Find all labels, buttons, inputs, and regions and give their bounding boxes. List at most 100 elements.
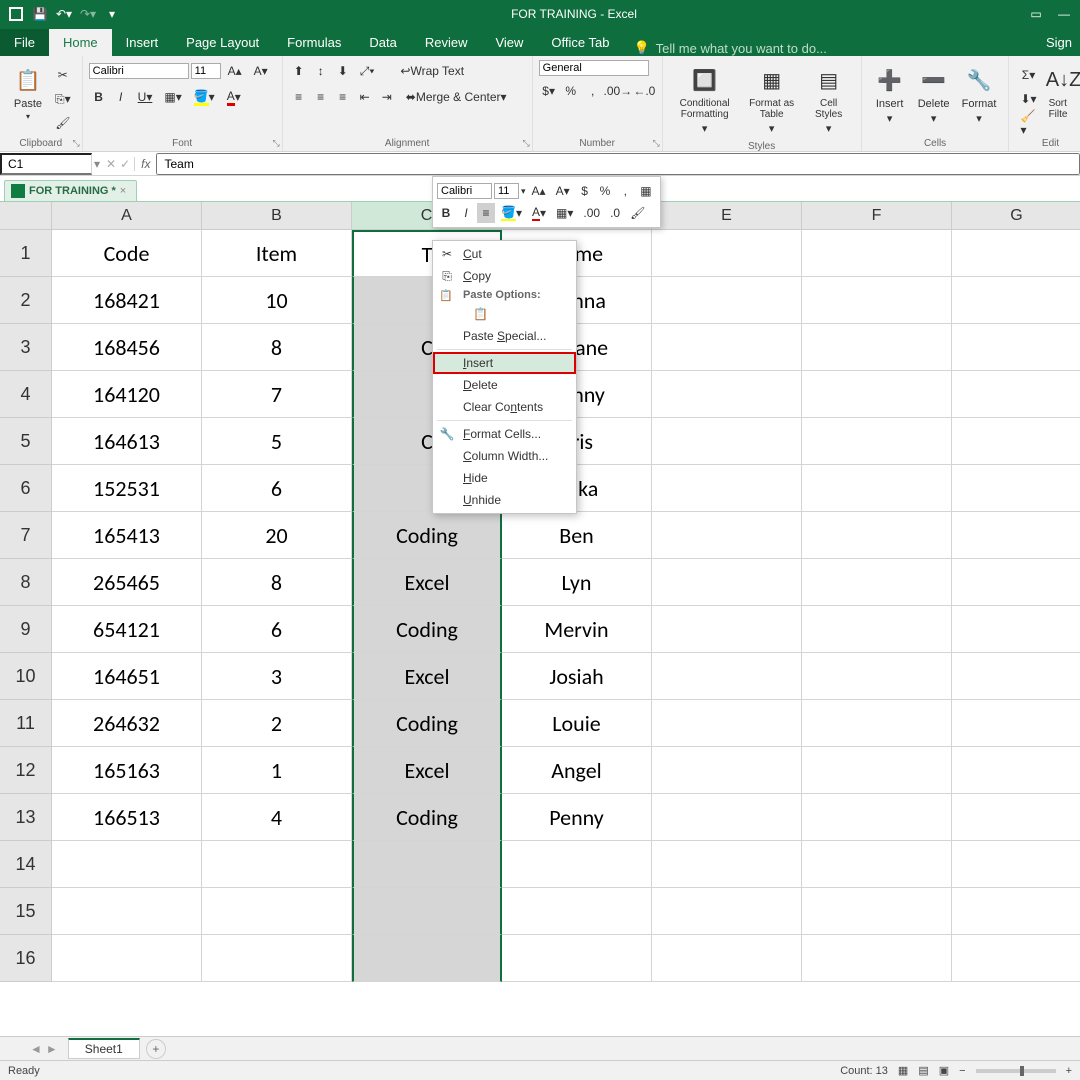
- cell-G16[interactable]: [952, 935, 1080, 982]
- ctx-format-cells[interactable]: 🔧Format Cells...: [433, 423, 576, 445]
- mini-comma[interactable]: ,: [616, 181, 634, 201]
- cell-G9[interactable]: [952, 606, 1080, 653]
- underline-button[interactable]: U▾: [133, 86, 158, 108]
- tab-home[interactable]: Home: [49, 29, 112, 56]
- italic-button[interactable]: I: [111, 86, 131, 108]
- cell-D12[interactable]: Angel: [502, 747, 652, 794]
- font-name-select[interactable]: [89, 63, 189, 79]
- cell-F2[interactable]: [802, 277, 952, 324]
- number-dialog-launcher[interactable]: ⤡: [652, 138, 659, 149]
- view-layout-icon[interactable]: ▤: [918, 1064, 928, 1077]
- cell-G1[interactable]: [952, 230, 1080, 277]
- column-header-B[interactable]: B: [202, 202, 352, 230]
- mini-borders2[interactable]: ▦▾: [552, 203, 577, 223]
- zoom-slider[interactable]: [976, 1069, 1056, 1073]
- cell-A6[interactable]: 152531: [52, 465, 202, 512]
- cell-B12[interactable]: 1: [202, 747, 352, 794]
- cell-G14[interactable]: [952, 841, 1080, 888]
- row-header-9[interactable]: 9: [0, 606, 52, 653]
- cell-G10[interactable]: [952, 653, 1080, 700]
- cell-C13[interactable]: Coding: [352, 794, 502, 841]
- cell-F16[interactable]: [802, 935, 952, 982]
- cell-D15[interactable]: [502, 888, 652, 935]
- cell-A3[interactable]: 168456: [52, 324, 202, 371]
- cell-G7[interactable]: [952, 512, 1080, 559]
- row-header-7[interactable]: 7: [0, 512, 52, 559]
- cell-A8[interactable]: 265465: [52, 559, 202, 606]
- fill-color-button[interactable]: 🪣▾: [189, 86, 220, 108]
- cell-B11[interactable]: 2: [202, 700, 352, 747]
- mini-borders[interactable]: ▦: [636, 181, 655, 201]
- save-icon[interactable]: 💾: [30, 4, 50, 24]
- merge-center-button[interactable]: ⬌ Merge & Center ▾: [399, 86, 514, 108]
- cell-C14[interactable]: [352, 841, 502, 888]
- mini-decrease-font[interactable]: A▾: [552, 181, 574, 201]
- cell-G12[interactable]: [952, 747, 1080, 794]
- fill-button[interactable]: ⬇▾: [1015, 88, 1041, 110]
- cell-E1[interactable]: [652, 230, 802, 277]
- copy-button[interactable]: ⎘▾: [50, 88, 76, 110]
- cell-E10[interactable]: [652, 653, 802, 700]
- cell-B4[interactable]: 7: [202, 371, 352, 418]
- undo-icon[interactable]: ↶▾: [54, 4, 74, 24]
- cell-E16[interactable]: [652, 935, 802, 982]
- row-header-4[interactable]: 4: [0, 371, 52, 418]
- decrease-decimal-button[interactable]: ←.0: [633, 80, 656, 102]
- sheet-tab-sheet1[interactable]: Sheet1: [68, 1038, 140, 1059]
- cell-A5[interactable]: 164613: [52, 418, 202, 465]
- cell-F12[interactable]: [802, 747, 952, 794]
- cell-D9[interactable]: Mervin: [502, 606, 652, 653]
- cell-F13[interactable]: [802, 794, 952, 841]
- format-cells-button[interactable]: 🔧Format▾: [956, 60, 1003, 129]
- cell-C16[interactable]: [352, 935, 502, 982]
- cell-B14[interactable]: [202, 841, 352, 888]
- accounting-format-button[interactable]: $▾: [539, 80, 559, 102]
- formula-bar[interactable]: [156, 153, 1080, 175]
- format-painter-button[interactable]: 🖌: [50, 112, 76, 134]
- sort-filter-button[interactable]: A↓ZSort Filte: [1042, 60, 1080, 134]
- cell-G3[interactable]: [952, 324, 1080, 371]
- cell-B5[interactable]: 5: [202, 418, 352, 465]
- font-dialog-launcher[interactable]: ⤡: [272, 138, 279, 149]
- mini-increase-font[interactable]: A▴: [528, 181, 550, 201]
- cell-A1[interactable]: Code: [52, 230, 202, 277]
- ribbon-options-icon[interactable]: ▭: [1026, 4, 1046, 24]
- add-sheet-button[interactable]: +: [146, 1039, 166, 1059]
- align-top-button[interactable]: ⬆: [289, 60, 309, 82]
- ctx-insert[interactable]: Insert: [433, 352, 576, 374]
- cell-G5[interactable]: [952, 418, 1080, 465]
- view-pagebreak-icon[interactable]: ▣: [939, 1064, 949, 1077]
- cell-G4[interactable]: [952, 371, 1080, 418]
- bold-button[interactable]: B: [89, 86, 109, 108]
- format-as-table-button[interactable]: ▦Format as Table▾: [741, 60, 803, 139]
- name-box[interactable]: [0, 153, 92, 175]
- cell-B13[interactable]: 4: [202, 794, 352, 841]
- cell-F8[interactable]: [802, 559, 952, 606]
- mini-fill-color[interactable]: 🪣▾: [497, 203, 526, 223]
- conditional-formatting-button[interactable]: 🔲Conditional Formatting▾: [669, 60, 741, 139]
- cell-A9[interactable]: 654121: [52, 606, 202, 653]
- column-header-A[interactable]: A: [52, 202, 202, 230]
- cell-G6[interactable]: [952, 465, 1080, 512]
- cell-B15[interactable]: [202, 888, 352, 935]
- cell-D13[interactable]: Penny: [502, 794, 652, 841]
- row-header-6[interactable]: 6: [0, 465, 52, 512]
- font-size-select[interactable]: [191, 63, 221, 79]
- cell-B6[interactable]: 6: [202, 465, 352, 512]
- mini-format-painter[interactable]: 🖌: [626, 203, 649, 223]
- cell-E8[interactable]: [652, 559, 802, 606]
- row-header-16[interactable]: 16: [0, 935, 52, 982]
- ctx-cut[interactable]: ✂CuCutt: [433, 243, 576, 265]
- cell-E4[interactable]: [652, 371, 802, 418]
- tab-file[interactable]: File: [0, 29, 49, 56]
- cell-B7[interactable]: 20: [202, 512, 352, 559]
- cell-G15[interactable]: [952, 888, 1080, 935]
- fx-icon[interactable]: fx: [135, 157, 156, 171]
- cell-F11[interactable]: [802, 700, 952, 747]
- alignment-dialog-launcher[interactable]: ⤡: [522, 138, 529, 149]
- tab-data[interactable]: Data: [355, 29, 410, 56]
- percent-format-button[interactable]: %: [561, 80, 581, 102]
- cell-A14[interactable]: [52, 841, 202, 888]
- document-tab[interactable]: FOR TRAINING * ×: [4, 180, 137, 201]
- cell-G11[interactable]: [952, 700, 1080, 747]
